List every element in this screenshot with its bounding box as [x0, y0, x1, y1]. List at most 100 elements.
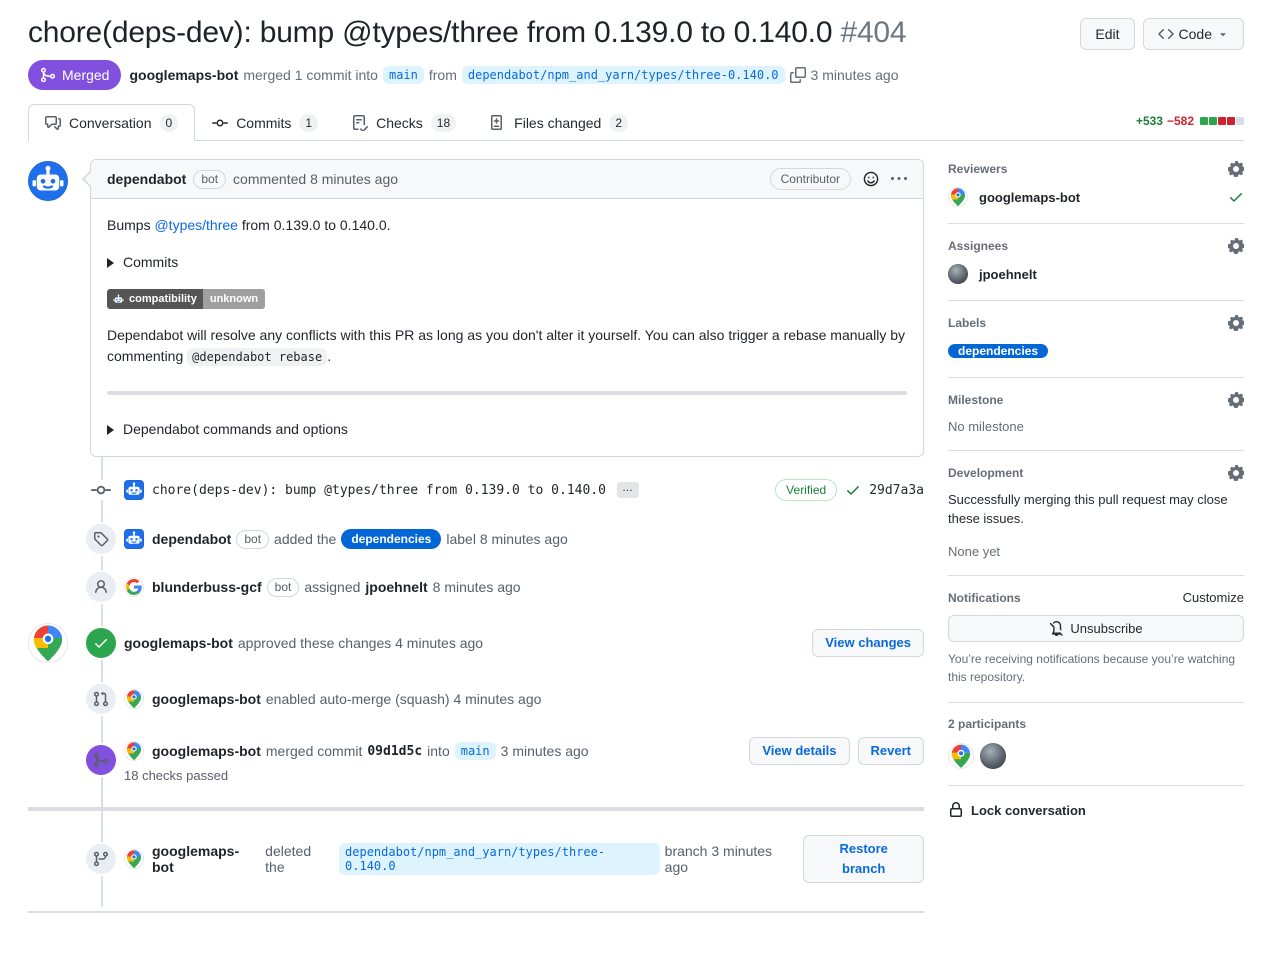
event-actor[interactable]: googlemaps-bot: [124, 635, 233, 651]
assignee-name[interactable]: jpoehnelt: [979, 267, 1037, 282]
comment-text: Bumps @types/three from 0.139.0 to 0.140…: [107, 215, 907, 236]
tag-icon: [93, 531, 109, 547]
avatar-googlemaps-bot-small[interactable]: [124, 741, 144, 761]
avatar-googlemaps-bot-small[interactable]: [948, 743, 974, 769]
restore-branch-button[interactable]: Restore branch: [803, 835, 924, 883]
from-text: from: [429, 67, 457, 83]
assignees-title: Assignees: [948, 239, 1008, 253]
assignee-link[interactable]: jpoehnelt: [365, 579, 427, 595]
avatar-googlemaps-bot-small[interactable]: [948, 187, 968, 207]
lock-icon: [948, 802, 964, 818]
author-association-badge: Contributor: [770, 168, 851, 190]
avatar-jpoehnelt[interactable]: [948, 264, 968, 284]
avatar-blunderbuss-gcf[interactable]: [124, 577, 144, 597]
git-branch-icon: [93, 851, 109, 867]
branch-icon-badge: [86, 844, 116, 874]
event-actor[interactable]: googlemaps-bot: [152, 843, 260, 875]
dependencies-label[interactable]: dependencies: [948, 344, 1048, 358]
checks-passed-link[interactable]: 18 checks passed: [124, 768, 924, 783]
base-branch-chip[interactable]: main: [383, 66, 424, 84]
discussion-bottom-rule: [28, 911, 924, 913]
customize-link[interactable]: Customize: [1183, 590, 1244, 605]
avatar-googlemaps-bot-small[interactable]: [124, 689, 144, 709]
base-branch-chip[interactable]: main: [455, 742, 496, 760]
gear-icon[interactable]: [1228, 315, 1244, 331]
gear-icon[interactable]: [1228, 161, 1244, 177]
pr-number: #404: [840, 16, 906, 49]
header-actions: Edit Code: [1080, 18, 1244, 50]
timeline-event-commit: chore(deps-dev): bump @types/three from …: [28, 465, 924, 515]
view-changes-button[interactable]: View changes: [812, 629, 924, 657]
bot-badge: bot: [236, 530, 269, 549]
notifications-title: Notifications: [948, 591, 1021, 605]
lock-conversation-button[interactable]: Lock conversation: [948, 786, 1244, 834]
tab-commits[interactable]: Commits 1: [195, 104, 335, 141]
reviewer-name[interactable]: googlemaps-bot: [979, 190, 1080, 205]
event-actor[interactable]: dependabot: [152, 531, 231, 547]
view-details-button[interactable]: View details: [749, 737, 849, 765]
comment-author[interactable]: dependabot: [107, 171, 186, 187]
pr-sidebar: Reviewers googlemaps-bot Assignees: [948, 159, 1244, 834]
diff-blocks: [1200, 117, 1244, 125]
event-actor[interactable]: googlemaps-bot: [152, 691, 261, 707]
avatar-dependabot[interactable]: [28, 161, 68, 201]
commit-sha-link[interactable]: 29d7a3a: [869, 483, 924, 498]
smiley-reaction-icon[interactable]: [863, 171, 879, 187]
tab-files-changed[interactable]: Files changed 2: [473, 104, 645, 141]
commit-expander[interactable]: …: [617, 482, 639, 498]
assignee-row: jpoehnelt: [948, 264, 1244, 284]
merged-commit-sha[interactable]: 09d1d5c: [367, 744, 422, 759]
head-branch-chip[interactable]: dependabot/npm_and_yarn/types/three-0.14…: [462, 66, 785, 84]
avatar-googlemaps-bot-small[interactable]: [124, 849, 144, 869]
timeline-event-review-approved: googlemaps-bot approved these changes 4 …: [28, 611, 924, 675]
tag-icon-badge: [86, 524, 116, 554]
verified-badge[interactable]: Verified: [775, 479, 837, 501]
gear-icon[interactable]: [1228, 465, 1244, 481]
dependencies-label[interactable]: dependencies: [341, 529, 441, 549]
avatar-jpoehnelt-small[interactable]: [980, 743, 1006, 769]
tab-conversation[interactable]: Conversation 0: [28, 104, 195, 141]
copy-icon[interactable]: [790, 67, 806, 83]
code-button[interactable]: Code: [1143, 18, 1244, 50]
comment-discussion-icon: [45, 115, 61, 131]
triangle-down-icon: [1217, 28, 1229, 40]
avatar-dependabot-small[interactable]: [124, 529, 144, 549]
package-link[interactable]: @types/three: [154, 217, 237, 233]
pr-author-link[interactable]: googlemaps-bot: [129, 67, 238, 83]
rebase-command-code: @dependabot rebase: [187, 348, 327, 366]
person-icon: [93, 579, 109, 595]
merged-time: 3 minutes ago: [811, 67, 899, 83]
unsubscribe-button[interactable]: Unsubscribe: [948, 615, 1244, 642]
event-actor[interactable]: googlemaps-bot: [152, 743, 261, 759]
kebab-menu-icon[interactable]: [891, 171, 907, 187]
avatar-dependabot-small[interactable]: [124, 480, 144, 500]
gear-icon[interactable]: [1228, 238, 1244, 254]
tab-checks[interactable]: Checks 18: [335, 104, 473, 141]
compatibility-score-badge[interactable]: compatibility unknown: [107, 289, 265, 309]
event-actor[interactable]: blunderbuss-gcf: [152, 579, 262, 595]
discussion-column: dependabot bot commented 8 minutes ago C…: [28, 159, 924, 913]
comment-dependabot: dependabot bot commented 8 minutes ago C…: [90, 159, 924, 457]
pr-meta: Merged googlemaps-bot merged 1 commit in…: [28, 60, 1244, 90]
dependabot-avatar-icon: [28, 161, 68, 201]
page-title: chore(deps-dev): bump @types/three from …: [28, 14, 906, 52]
maps-pin-icon: [124, 741, 144, 761]
avatar-googlemaps-bot[interactable]: [28, 623, 68, 663]
maps-pin-icon: [948, 743, 974, 769]
maps-pin-icon: [124, 689, 144, 709]
bell-slash-icon: [1049, 621, 1064, 636]
state-label: Merged: [62, 65, 109, 85]
edit-button[interactable]: Edit: [1080, 18, 1134, 50]
tab-counter: 18: [431, 114, 456, 132]
commits-details-toggle[interactable]: Commits: [107, 252, 907, 273]
reviewers-title: Reviewers: [948, 162, 1007, 176]
sidebar-section-labels: Labels dependencies: [948, 301, 1244, 378]
development-empty-text: None yet: [948, 544, 1000, 559]
commit-message-link[interactable]: chore(deps-dev): bump @types/three from …: [152, 483, 606, 498]
sidebar-section-participants: 2 participants: [948, 703, 1244, 786]
commands-details-toggle[interactable]: Dependabot commands and options: [107, 419, 907, 440]
gear-icon[interactable]: [1228, 392, 1244, 408]
pr-page: chore(deps-dev): bump @types/three from …: [0, 0, 1272, 962]
comment-timestamp: commented 8 minutes ago: [233, 171, 398, 187]
revert-button[interactable]: Revert: [858, 737, 924, 765]
